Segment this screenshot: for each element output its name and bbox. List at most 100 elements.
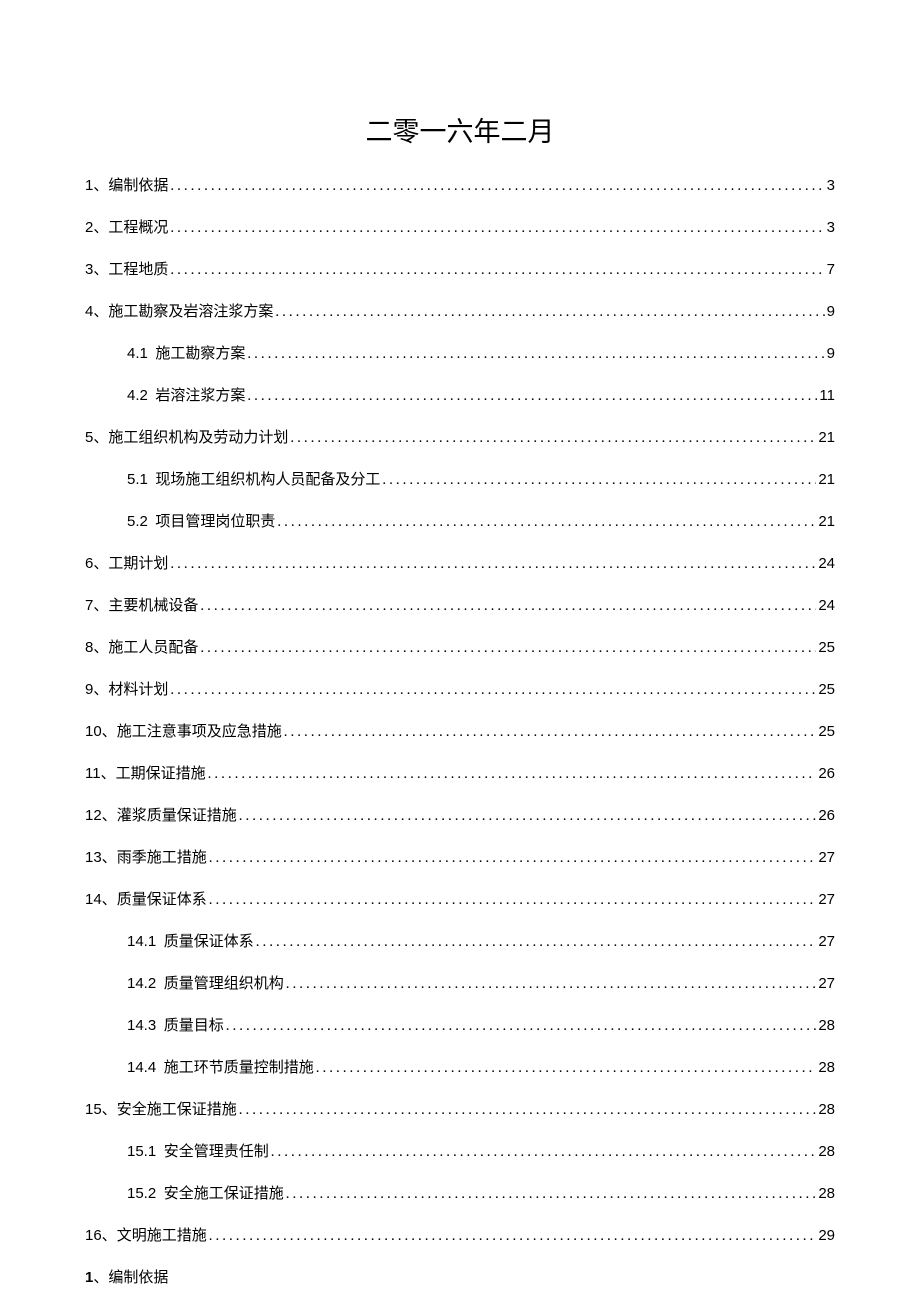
toc-leader-dots — [170, 178, 824, 195]
toc-text: 工期保证措施 — [116, 766, 206, 782]
toc-text: 工程概况 — [108, 220, 168, 236]
toc-entry[interactable]: 5.2 项目管理岗位职责 21 — [85, 510, 835, 531]
toc-page-number: 24 — [818, 555, 835, 572]
toc-page-number: 27 — [818, 849, 835, 866]
toc-number: 1、 — [85, 177, 108, 194]
toc-entry[interactable]: 5.1 现场施工组织机构人员配备及分工 21 — [85, 468, 835, 489]
toc-entry[interactable]: 5、施工组织机构及劳动力计划21 — [85, 426, 835, 447]
toc-text: 质量管理组织机构 — [156, 976, 284, 992]
toc-leader-dots — [284, 724, 817, 741]
toc-label: 11、工期保证措施 — [85, 762, 206, 783]
table-of-contents: 1、编制依据32、工程概况33、工程地质74、施工勘察及岩溶注浆方案94.1 施… — [85, 174, 835, 1245]
toc-page-number: 28 — [818, 1143, 835, 1160]
toc-entry[interactable]: 10、施工注意事项及应急措施 25 — [85, 720, 835, 741]
toc-page-number: 28 — [818, 1017, 835, 1034]
toc-label: 14.1 质量保证体系 — [127, 930, 254, 951]
toc-number: 16、 — [85, 1227, 117, 1244]
toc-text: 施工环节质量控制措施 — [156, 1060, 314, 1076]
toc-leader-dots — [239, 808, 817, 825]
toc-label: 10、施工注意事项及应急措施 — [85, 720, 282, 741]
toc-leader-dots — [208, 766, 817, 783]
toc-leader-dots — [286, 976, 817, 993]
toc-page-number: 7 — [827, 261, 835, 278]
toc-entry[interactable]: 4.1 施工勘察方案 9 — [85, 342, 835, 363]
toc-entry[interactable]: 8、施工人员配备 25 — [85, 636, 835, 657]
toc-entry[interactable]: 14.1 质量保证体系 27 — [85, 930, 835, 951]
toc-page-number: 26 — [818, 807, 835, 824]
toc-entry[interactable]: 1、编制依据3 — [85, 174, 835, 195]
toc-page-number: 25 — [818, 723, 835, 740]
toc-label: 15.1 安全管理责任制 — [127, 1140, 269, 1161]
toc-text: 项目管理岗位职责 — [148, 514, 276, 530]
toc-number: 7、 — [85, 597, 108, 614]
toc-text: 安全管理责任制 — [156, 1144, 269, 1160]
toc-entry[interactable]: 15、安全施工保证措施28 — [85, 1098, 835, 1119]
toc-page-number: 29 — [818, 1227, 835, 1244]
toc-leader-dots — [200, 640, 816, 657]
toc-number: 2、 — [85, 219, 108, 236]
toc-page-number: 9 — [827, 345, 835, 362]
toc-label: 6、工期计划 — [85, 552, 168, 573]
toc-entry[interactable]: 14.3 质量目标 28 — [85, 1014, 835, 1035]
toc-page-number: 27 — [818, 891, 835, 908]
toc-entry[interactable]: 12、灌浆质量保证措施26 — [85, 804, 835, 825]
toc-number: 4.2 — [127, 387, 148, 404]
toc-text: 材料计划 — [108, 682, 168, 698]
toc-entry[interactable]: 15.2 安全施工保证措施 28 — [85, 1182, 835, 1203]
toc-entry[interactable]: 6、工期计划 24 — [85, 552, 835, 573]
toc-page-number: 27 — [818, 975, 835, 992]
toc-entry[interactable]: 9、材料计划25 — [85, 678, 835, 699]
toc-label: 8、施工人员配备 — [85, 636, 198, 657]
toc-text: 施工人员配备 — [108, 640, 198, 656]
toc-number: 15.2 — [127, 1185, 156, 1202]
toc-number: 4、 — [85, 303, 108, 320]
toc-label: 13、雨季施工措施 — [85, 846, 207, 867]
toc-text: 现场施工组织机构人员配备及分工 — [148, 472, 381, 488]
toc-label: 14.2 质量管理组织机构 — [127, 972, 284, 993]
toc-entry[interactable]: 13、雨季施工措施 27 — [85, 846, 835, 867]
toc-number: 14.2 — [127, 975, 156, 992]
toc-entry[interactable]: 14.4 施工环节质量控制措施 28 — [85, 1056, 835, 1077]
toc-page-number: 25 — [818, 639, 835, 656]
toc-text: 质量目标 — [156, 1018, 224, 1034]
toc-leader-dots — [170, 262, 824, 279]
toc-number: 5.1 — [127, 471, 148, 488]
toc-text: 工程地质 — [108, 262, 168, 278]
toc-entry[interactable]: 11、工期保证措施 26 — [85, 762, 835, 783]
toc-leader-dots — [275, 304, 824, 321]
toc-number: 14、 — [85, 891, 117, 908]
toc-entry[interactable]: 14、质量保证体系27 — [85, 888, 835, 909]
toc-label: 14.3 质量目标 — [127, 1014, 224, 1035]
toc-page-number: 21 — [818, 513, 835, 530]
toc-number: 14.3 — [127, 1017, 156, 1034]
toc-leader-dots — [271, 1144, 817, 1161]
toc-entry[interactable]: 3、工程地质 7 — [85, 258, 835, 279]
toc-entry[interactable]: 15.1 安全管理责任制 28 — [85, 1140, 835, 1161]
toc-leader-dots — [382, 472, 816, 489]
toc-entry[interactable]: 4、施工勘察及岩溶注浆方案9 — [85, 300, 835, 321]
toc-page-number: 26 — [818, 765, 835, 782]
toc-page-number: 27 — [818, 933, 835, 950]
toc-number: 12、 — [85, 807, 117, 824]
toc-label: 5.2 项目管理岗位职责 — [127, 510, 275, 531]
toc-label: 4、施工勘察及岩溶注浆方案 — [85, 300, 273, 321]
toc-entry[interactable]: 14.2 质量管理组织机构 27 — [85, 972, 835, 993]
toc-text: 质量保证体系 — [156, 934, 254, 950]
toc-number: 11、 — [85, 765, 116, 782]
toc-label: 4.2 岩溶注浆方案 — [127, 384, 245, 405]
toc-leader-dots — [247, 388, 817, 405]
section-separator: 、 — [93, 1270, 108, 1286]
toc-leader-dots — [200, 598, 816, 615]
toc-page-number: 11 — [819, 387, 835, 404]
toc-entry[interactable]: 7、主要机械设备24 — [85, 594, 835, 615]
toc-number: 3、 — [85, 261, 108, 278]
document-title: 二零一六年二月 — [85, 110, 835, 149]
toc-entry[interactable]: 4.2 岩溶注浆方案 11 — [85, 384, 835, 405]
toc-entry[interactable]: 2、工程概况3 — [85, 216, 835, 237]
toc-text: 文明施工措施 — [117, 1228, 207, 1244]
toc-page-number: 24 — [818, 597, 835, 614]
toc-leader-dots — [286, 1186, 817, 1203]
toc-entry[interactable]: 16、文明施工措施 29 — [85, 1224, 835, 1245]
toc-text: 施工勘察及岩溶注浆方案 — [108, 304, 273, 320]
section-title: 编制依据 — [108, 1270, 168, 1286]
